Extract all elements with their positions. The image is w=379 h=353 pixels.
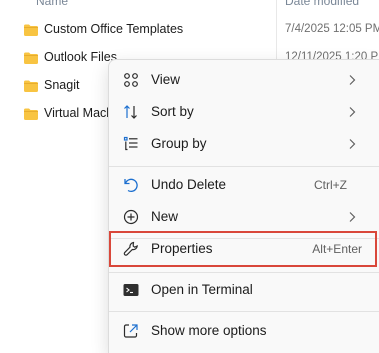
menu-item-label: View <box>151 72 181 87</box>
folder-icon <box>24 24 38 36</box>
menu-separator <box>109 272 379 273</box>
chevron-right-icon <box>349 139 356 149</box>
menu-item-undo-delete[interactable]: Undo Delete Ctrl+Z <box>109 169 371 201</box>
wrench-icon <box>123 241 138 256</box>
share-arrow-icon <box>123 324 138 338</box>
menu-separator <box>109 311 379 312</box>
file-name: Snagit <box>44 78 80 92</box>
menu-item-label: Group by <box>151 136 207 151</box>
column-header-name[interactable]: Name <box>36 0 68 8</box>
menu-item-label: Open in Terminal <box>151 282 253 297</box>
terminal-icon <box>123 284 139 296</box>
menu-item-label: New <box>151 209 179 224</box>
menu-item-group-by[interactable]: Group by <box>109 128 371 160</box>
file-row[interactable]: Custom Office Templates 7/4/2025 12:05 P… <box>0 16 379 44</box>
undo-icon <box>124 178 138 192</box>
grid-icon <box>124 73 138 87</box>
file-name: Outlook Files <box>44 50 117 64</box>
menu-item-label: Properties <box>151 241 213 256</box>
menu-item-label: Undo Delete <box>151 177 227 192</box>
menu-item-sort-by[interactable]: Sort by <box>109 96 371 128</box>
plus-circle-icon <box>123 209 139 225</box>
file-date: 7/4/2025 12:05 PM <box>285 23 379 35</box>
column-header: Name Date modified <box>0 0 379 8</box>
sort-icon <box>124 105 137 119</box>
group-list-icon <box>123 136 138 151</box>
file-name: Custom Office Templates <box>44 22 184 36</box>
menu-item-view[interactable]: View <box>109 64 371 96</box>
menu-item-new[interactable]: New <box>109 201 371 233</box>
folder-icon <box>24 52 38 64</box>
menu-item-show-more-options[interactable]: Show more options <box>109 315 371 347</box>
menu-item-label: Sort by <box>151 104 194 119</box>
context-menu: View Sort by Group by Undo Delete Ctrl+Z… <box>108 59 379 353</box>
shortcut-text: Alt+Enter <box>312 242 362 256</box>
shortcut-text: Ctrl+Z <box>314 178 347 192</box>
menu-item-properties[interactable]: Properties Alt+Enter <box>109 231 379 267</box>
chevron-right-icon <box>349 75 356 85</box>
column-header-date-modified[interactable]: Date modified <box>285 0 359 8</box>
menu-item-open-in-terminal[interactable]: Open in Terminal <box>109 274 371 306</box>
chevron-right-icon <box>349 212 356 222</box>
menu-item-label: Show more options <box>151 323 267 338</box>
chevron-right-icon <box>349 107 356 117</box>
folder-icon <box>24 80 38 92</box>
folder-icon <box>24 108 38 120</box>
menu-separator <box>109 166 379 167</box>
